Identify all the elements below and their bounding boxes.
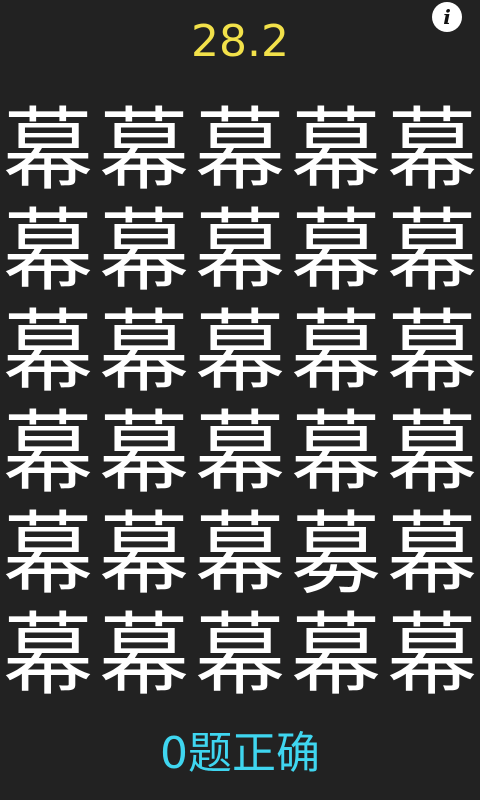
grid-cell[interactable]: 幕 [0,201,96,302]
grid-cell[interactable]: 幕 [192,100,288,201]
info-icon[interactable]: i [432,2,462,32]
grid-cell[interactable]: 幕 [192,605,288,706]
grid-cell[interactable]: 幕 [0,605,96,706]
grid-cell[interactable]: 幕 [0,403,96,504]
grid-cell[interactable]: 幕 [384,605,480,706]
grid-cell[interactable]: 幕 [384,403,480,504]
grid-cell[interactable]: 幕 [288,201,384,302]
grid-cell[interactable]: 幕 [96,302,192,403]
grid-cell[interactable]: 幕 [192,201,288,302]
grid-cell[interactable]: 幕 [192,504,288,605]
grid-cell[interactable]: 幕 [0,302,96,403]
score-label: 0题正确 [160,728,320,779]
grid-cell[interactable]: 幕 [384,504,480,605]
grid-cell[interactable]: 幕 [384,100,480,201]
grid-cell[interactable]: 幕 [288,302,384,403]
grid-cell[interactable]: 幕 [288,605,384,706]
grid-cell[interactable]: 幕 [384,302,480,403]
grid-cell[interactable]: 幕 [192,403,288,504]
grid-cell[interactable]: 幕 [96,201,192,302]
grid-cell[interactable]: 幕 [384,201,480,302]
grid-cell[interactable]: 幕 [0,504,96,605]
grid-cell[interactable]: 幕 [288,403,384,504]
grid-cell[interactable]: 幕 [96,100,192,201]
grid-cell[interactable]: 幕 [96,605,192,706]
grid-cell[interactable]: 幕 [288,100,384,201]
grid-cell[interactable]: 募 [288,504,384,605]
character-grid: 幕幕幕幕幕幕幕幕幕幕幕幕幕幕幕幕幕幕幕幕幕幕幕募幕幕幕幕幕幕 [0,100,480,710]
grid-cell[interactable]: 幕 [96,403,192,504]
grid-cell[interactable]: 幕 [192,302,288,403]
countdown-timer: 28.2 [191,16,289,67]
grid-cell[interactable]: 幕 [96,504,192,605]
grid-cell[interactable]: 幕 [0,100,96,201]
